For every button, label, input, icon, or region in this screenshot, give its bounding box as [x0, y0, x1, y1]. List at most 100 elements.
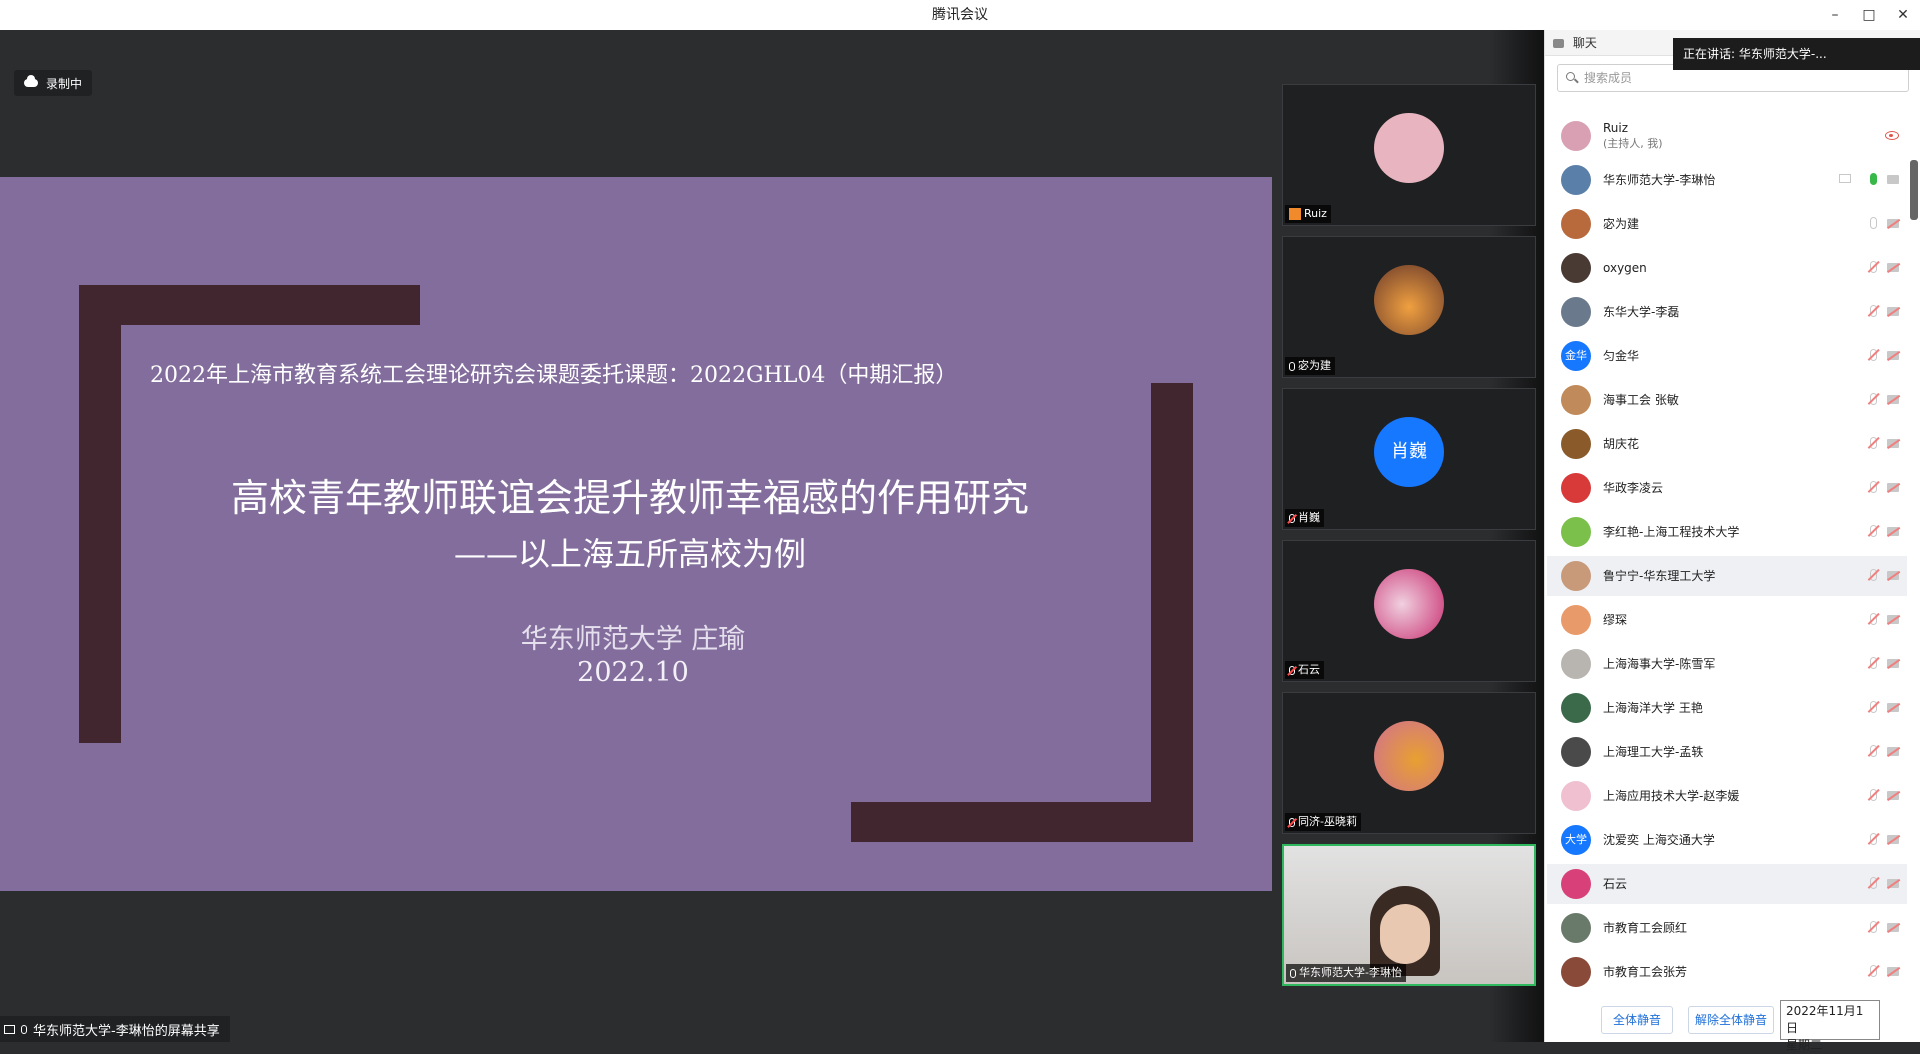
unmute-all-button[interactable]: 解除全体静音 [1688, 1006, 1774, 1034]
camera-off-icon[interactable] [1887, 791, 1899, 800]
member-row[interactable]: 海事工会 张敏 [1547, 380, 1907, 420]
panel-scrollbar[interactable] [1910, 160, 1918, 220]
member-row[interactable]: 鲁宁宁-华东理工大学 [1547, 556, 1907, 596]
mic-icon [1290, 968, 1296, 978]
member-row[interactable]: 石云 [1547, 864, 1907, 904]
avatar [1561, 297, 1591, 327]
member-row[interactable]: 上海应用技术大学-赵李媛 [1547, 776, 1907, 816]
mic-muted-icon[interactable] [1870, 789, 1877, 801]
member-row[interactable]: 市教育工会张芳 [1547, 952, 1907, 992]
mic-muted-icon[interactable] [1870, 305, 1877, 317]
slide-frame-bottom-right [851, 802, 1193, 842]
member-row[interactable]: 胡庆花 [1547, 424, 1907, 464]
member-row[interactable]: 上海海洋大学 王艳 [1547, 688, 1907, 728]
member-row[interactable]: 大学 沈爱奕 上海交通大学 [1547, 820, 1907, 860]
avatar [1561, 781, 1591, 811]
recording-badge[interactable]: 录制中 [14, 70, 93, 96]
video-tile[interactable]: 石云 [1282, 540, 1536, 682]
member-row[interactable]: Ruiz (主持人, 我) [1547, 116, 1907, 156]
mic-muted-icon[interactable] [1870, 393, 1877, 405]
mic-muted-icon[interactable] [1870, 569, 1877, 581]
camera-off-icon[interactable] [1887, 395, 1899, 404]
camera-off-icon[interactable] [1887, 351, 1899, 360]
camera-off-icon[interactable] [1887, 483, 1899, 492]
minimize-button[interactable]: – [1818, 0, 1852, 30]
member-row[interactable]: 金华 匀金华 [1547, 336, 1907, 376]
member-row[interactable]: 上海海事大学-陈雪军 [1547, 644, 1907, 684]
chat-tab[interactable]: 聊天 [1573, 36, 1597, 50]
avatar: 大学 [1561, 825, 1591, 855]
video-tile[interactable]: 同济-巫晓莉 [1282, 692, 1536, 834]
camera-icon[interactable] [1887, 175, 1899, 184]
member-row[interactable]: oxygen [1547, 248, 1907, 288]
slide-project-line: 2022年上海市教育系统工会理论研究会课题委托课题：2022GHL04（中期汇报… [150, 363, 958, 388]
member-name: 华政李凌云 [1603, 480, 1664, 495]
avatar [1561, 385, 1591, 415]
camera-off-icon[interactable] [1887, 439, 1899, 448]
mic-muted-icon[interactable] [1870, 965, 1877, 977]
title-bar: 腾讯会议 – □ ✕ [0, 0, 1920, 31]
mic-icon [21, 1024, 27, 1034]
mic-muted-icon[interactable] [1870, 745, 1877, 757]
mic-muted-icon[interactable] [1870, 833, 1877, 845]
mic-muted-icon [1289, 817, 1295, 827]
mic-icon[interactable] [1870, 217, 1877, 229]
member-name: 李红艳-上海工程技术大学 [1603, 524, 1740, 539]
member-row[interactable]: 华政李凌云 [1547, 468, 1907, 508]
camera-off-icon[interactable] [1887, 263, 1899, 272]
member-name: 市教育工会顾红 [1603, 920, 1688, 935]
maximize-button[interactable]: □ [1852, 0, 1886, 30]
avatar [1561, 649, 1591, 679]
mute-all-button[interactable]: 全体静音 [1601, 1006, 1673, 1034]
visibility-icon[interactable] [1885, 131, 1899, 140]
mic-muted-icon[interactable] [1870, 525, 1877, 537]
member-row[interactable]: 李红艳-上海工程技术大学 [1547, 512, 1907, 552]
member-name: oxygen [1603, 260, 1647, 275]
member-row[interactable]: 华东师范大学-李琳怡 [1547, 160, 1907, 200]
mic-muted-icon[interactable] [1870, 481, 1877, 493]
video-tile[interactable]: Ruiz [1282, 84, 1536, 226]
avatar [1561, 693, 1591, 723]
member-row[interactable]: 缪琛 [1547, 600, 1907, 640]
mic-muted-icon[interactable] [1870, 701, 1877, 713]
camera-off-icon[interactable] [1887, 659, 1899, 668]
video-tile[interactable]: 肖巍 肖巍 [1282, 388, 1536, 530]
member-name: 鲁宁宁-华东理工大学 [1603, 568, 1716, 583]
member-row[interactable]: 上海理工大学-孟轶 [1547, 732, 1907, 772]
member-row[interactable]: 东华大学-李磊 [1547, 292, 1907, 332]
camera-off-icon[interactable] [1887, 967, 1899, 976]
mic-muted-icon[interactable] [1870, 261, 1877, 273]
member-row[interactable]: 宓为建 [1547, 204, 1907, 244]
member-row[interactable]: 市教育工会顾红 [1547, 908, 1907, 948]
member-name: 缪琛 [1603, 612, 1628, 627]
video-tile-name: 宓为建 [1285, 357, 1335, 375]
mic-muted-icon[interactable] [1870, 613, 1877, 625]
mic-muted-icon[interactable] [1870, 877, 1877, 889]
mic-muted-icon[interactable] [1870, 349, 1877, 361]
camera-off-icon[interactable] [1887, 307, 1899, 316]
camera-off-icon[interactable] [1887, 703, 1899, 712]
participant-name: 石云 [1298, 663, 1320, 676]
camera-off-icon[interactable] [1887, 835, 1899, 844]
person-face [1380, 904, 1430, 964]
camera-off-icon[interactable] [1887, 571, 1899, 580]
screen-share-label: 华东师范大学-李琳怡的屏幕共享 [0, 1016, 230, 1042]
avatar [1561, 165, 1591, 195]
camera-off-icon[interactable] [1887, 747, 1899, 756]
camera-off-icon[interactable] [1887, 219, 1899, 228]
camera-off-icon[interactable] [1887, 527, 1899, 536]
mic-muted-icon[interactable] [1870, 437, 1877, 449]
camera-off-icon[interactable] [1887, 923, 1899, 932]
mic-icon [1289, 361, 1295, 371]
camera-off-icon[interactable] [1887, 879, 1899, 888]
mic-muted-icon[interactable] [1870, 921, 1877, 933]
mic-muted-icon[interactable] [1870, 657, 1877, 669]
mic-active-icon[interactable] [1870, 173, 1877, 185]
close-button[interactable]: ✕ [1886, 0, 1920, 30]
video-tile[interactable]: 宓为建 [1282, 236, 1536, 378]
slide-frame-right [1151, 383, 1193, 842]
camera-off-icon[interactable] [1887, 615, 1899, 624]
avatar [1561, 957, 1591, 987]
mic-muted-icon [1289, 665, 1295, 675]
video-tile-active-speaker[interactable]: 华东师范大学-李琳怡 [1282, 844, 1536, 986]
